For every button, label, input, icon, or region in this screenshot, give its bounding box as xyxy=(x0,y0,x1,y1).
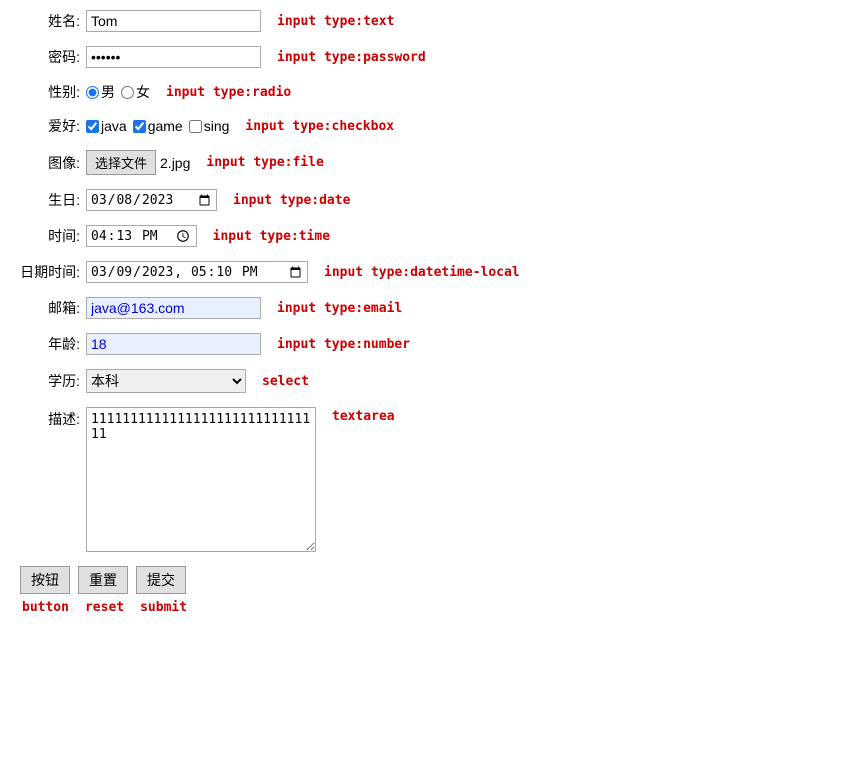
name-hint: input type:text xyxy=(277,14,394,29)
gender-hint: input type:radio xyxy=(166,85,291,100)
hobby-java-text: java xyxy=(101,118,127,134)
reset-btn[interactable]: 重置 xyxy=(78,566,128,594)
gender-male-text: 男 xyxy=(101,82,115,102)
name-label: 姓名: xyxy=(20,11,80,31)
email-hint: input type:email xyxy=(277,301,402,316)
button-row: 按钮 重置 提交 xyxy=(20,566,832,594)
hobby-hint: input type:checkbox xyxy=(245,119,394,134)
hobby-java-label[interactable]: java xyxy=(86,118,127,134)
hobby-group: java game sing xyxy=(86,118,229,134)
education-select[interactable]: 本科 专科 高中 初中 研究生 xyxy=(86,369,246,393)
describe-label: 描述: xyxy=(20,409,80,429)
button-btn[interactable]: 按钮 xyxy=(20,566,70,594)
photo-hint: input type:file xyxy=(206,155,323,170)
education-hint: select xyxy=(262,374,309,389)
password-hint: input type:password xyxy=(277,50,426,65)
email-label: 邮箱: xyxy=(20,298,80,318)
gender-male-radio[interactable] xyxy=(86,86,99,99)
button-hint-reset: reset xyxy=(85,600,124,615)
hobby-sing-label[interactable]: sing xyxy=(189,118,230,134)
age-hint: input type:number xyxy=(277,337,410,352)
email-row: 邮箱: input type:email xyxy=(20,297,832,319)
time-label: 时间: xyxy=(20,226,80,246)
datetime-label: 日期时间: xyxy=(20,262,80,282)
gender-female-radio[interactable] xyxy=(121,86,134,99)
hobby-game-label[interactable]: game xyxy=(133,118,183,134)
file-name-text: 2.jpg xyxy=(160,155,190,171)
datetime-hint: input type:datetime-local xyxy=(324,265,520,280)
password-row: 密码: input type:password xyxy=(20,46,832,68)
time-input[interactable] xyxy=(86,225,197,247)
describe-textarea[interactable]: 111111111111111111111111111111 xyxy=(86,407,316,552)
photo-row: 图像: 选择文件 2.jpg input type:file xyxy=(20,150,832,175)
education-row: 学历: 本科 专科 高中 初中 研究生 select xyxy=(20,369,832,393)
hobby-sing-checkbox[interactable] xyxy=(189,120,202,133)
gender-label: 性别: xyxy=(20,82,80,102)
education-label: 学历: xyxy=(20,371,80,391)
button-hint-submit: submit xyxy=(140,600,187,615)
email-input[interactable] xyxy=(86,297,261,319)
gender-male-label[interactable]: 男 xyxy=(86,82,115,102)
name-input[interactable] xyxy=(86,10,261,32)
time-hint: input type:time xyxy=(213,229,330,244)
birthday-label: 生日: xyxy=(20,190,80,210)
file-choose-button[interactable]: 选择文件 xyxy=(86,150,156,175)
age-input[interactable] xyxy=(86,333,261,355)
password-label: 密码: xyxy=(20,47,80,67)
file-input-container: 选择文件 2.jpg xyxy=(86,150,190,175)
datetime-input[interactable] xyxy=(86,261,308,283)
password-input[interactable] xyxy=(86,46,261,68)
gender-row: 性别: 男 女 input type:radio xyxy=(20,82,832,102)
name-row: 姓名: input type:text xyxy=(20,10,832,32)
hobby-row: 爱好: java game sing input type:checkbox xyxy=(20,116,832,136)
hobby-sing-text: sing xyxy=(204,118,230,134)
hobby-label: 爱好: xyxy=(20,116,80,136)
hobby-java-checkbox[interactable] xyxy=(86,120,99,133)
hobby-game-text: game xyxy=(148,118,183,134)
photo-label: 图像: xyxy=(20,153,80,173)
gender-female-label[interactable]: 女 xyxy=(121,82,150,102)
birthday-hint: input type:date xyxy=(233,193,350,208)
button-hints: button reset submit xyxy=(22,600,832,615)
age-label: 年龄: xyxy=(20,334,80,354)
age-row: 年龄: input type:number xyxy=(20,333,832,355)
birthday-input[interactable] xyxy=(86,189,217,211)
datetime-row: 日期时间: input type:datetime-local xyxy=(20,261,832,283)
birthday-row: 生日: input type:date xyxy=(20,189,832,211)
submit-btn[interactable]: 提交 xyxy=(136,566,186,594)
time-row: 时间: input type:time xyxy=(20,225,832,247)
gender-female-text: 女 xyxy=(136,82,150,102)
describe-row: 描述: 111111111111111111111111111111 texta… xyxy=(20,407,832,552)
gender-group: 男 女 xyxy=(86,82,150,102)
hobby-game-checkbox[interactable] xyxy=(133,120,146,133)
describe-hint: textarea xyxy=(332,409,395,424)
button-hint-btn: button xyxy=(22,600,69,615)
